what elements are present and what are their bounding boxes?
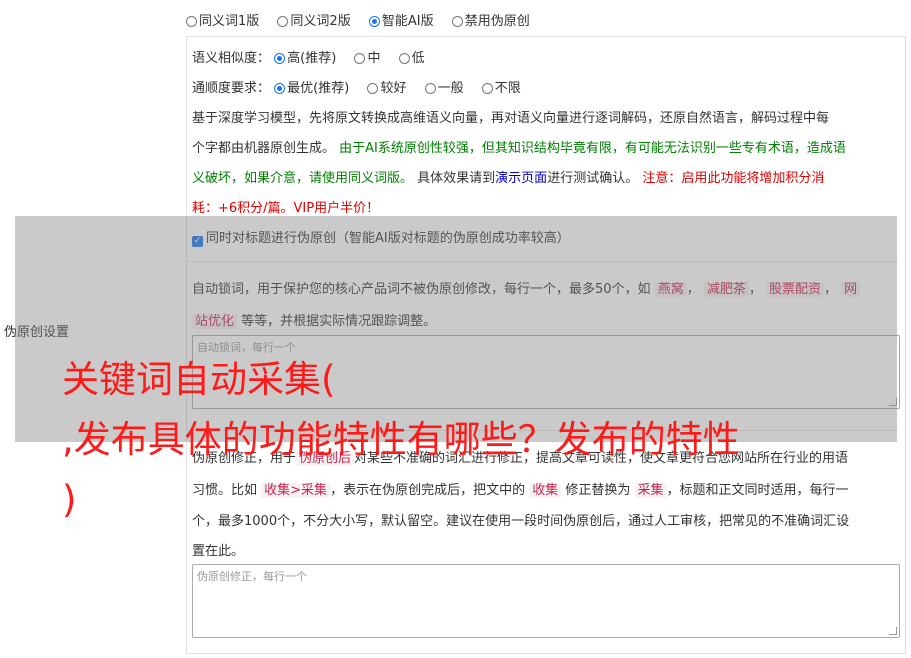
fluency-label: 通顺度要求： (192, 81, 271, 96)
example-chip: 收集 (529, 483, 562, 498)
radio-icon[interactable] (398, 53, 410, 64)
ai-description-line4: 耗：+6积分/篇。VIP用户半价！ (192, 201, 380, 216)
mode-radio-group: 同义词1版 同义词2版 智能AI版 禁用伪原创 (186, 10, 544, 29)
correction-description-line2: 习惯。比如 收集>采集 ，表示在伪原创完成后，把文中的 收集 修正替换为 采集 ，标… (192, 483, 849, 498)
radio-icon[interactable] (451, 16, 463, 27)
correction-placeholder: 伪原创修正，每行一个 (197, 570, 307, 583)
fluency-any[interactable]: 不限 (481, 81, 521, 96)
fluency-good[interactable]: 较好 (367, 81, 406, 96)
radio-selected-icon[interactable] (274, 53, 286, 64)
radio-icon[interactable] (367, 83, 379, 94)
radio-icon[interactable] (186, 16, 197, 27)
similarity-medium[interactable]: 中 (354, 51, 380, 66)
radio-icon[interactable] (481, 83, 493, 94)
overlay-title-line1: 关键词自动采集( (62, 358, 336, 401)
ai-description-line1: 基于深度学习模型，先将原文转换成高维语义向量，再对语义向量进行逐词解码，还原自然… (192, 111, 830, 126)
fluency-row: 通顺度要求： 最优(推荐) 较好 一般 不限 (192, 77, 535, 96)
radio-selected-icon[interactable] (274, 83, 286, 94)
similarity-row: 语义相似度： 高(推荐) 中 低 (192, 47, 439, 66)
similarity-low[interactable]: 低 (398, 51, 425, 66)
radio-icon[interactable] (354, 53, 366, 64)
ai-description-line3: 义破坏，如果介意，请使用同义词版。 具体效果请到演示页面进行测试确认。 注意：启… (192, 171, 825, 186)
fluency-best[interactable]: 最优(推荐) (274, 81, 349, 96)
radio-icon[interactable] (424, 83, 436, 94)
demo-page-link[interactable]: 演示页面 (495, 171, 547, 186)
mode-option-ai[interactable]: 智能AI版 (368, 14, 434, 29)
overlay-title-line3: ) (62, 478, 77, 521)
example-chip: 收集>采集 (261, 483, 331, 498)
ai-description-line2: 个字都由机器原创生成。 由于AI系统原创性较强，但其知识结构毕竟有限，有可能无法… (192, 141, 846, 156)
mode-option-synonym1[interactable]: 同义词1版 (186, 14, 259, 29)
overlay-banner (15, 216, 897, 442)
similarity-label: 语义相似度： (192, 51, 271, 66)
fluency-normal[interactable]: 一般 (424, 81, 464, 96)
similarity-high[interactable]: 高(推荐) (274, 51, 336, 66)
correction-textarea[interactable]: 伪原创修正，每行一个 (192, 564, 900, 638)
mode-option-disabled[interactable]: 禁用伪原创 (451, 14, 530, 29)
correction-description-line3: 个，最多1000个，不分大小写，默认留空。建议在使用一段时间伪原创后，通过人工审… (192, 514, 850, 529)
radio-selected-icon[interactable] (368, 16, 380, 27)
resize-handle-icon[interactable] (889, 627, 897, 635)
example-chip: 采集 (634, 483, 667, 498)
radio-icon[interactable] (277, 16, 289, 27)
overlay-title-line2: ,发布具体的功能特性有哪些？发布的特性 (62, 418, 740, 461)
mode-option-synonym2[interactable]: 同义词2版 (277, 14, 351, 29)
correction-description-line4: 置在此。 (192, 544, 245, 559)
